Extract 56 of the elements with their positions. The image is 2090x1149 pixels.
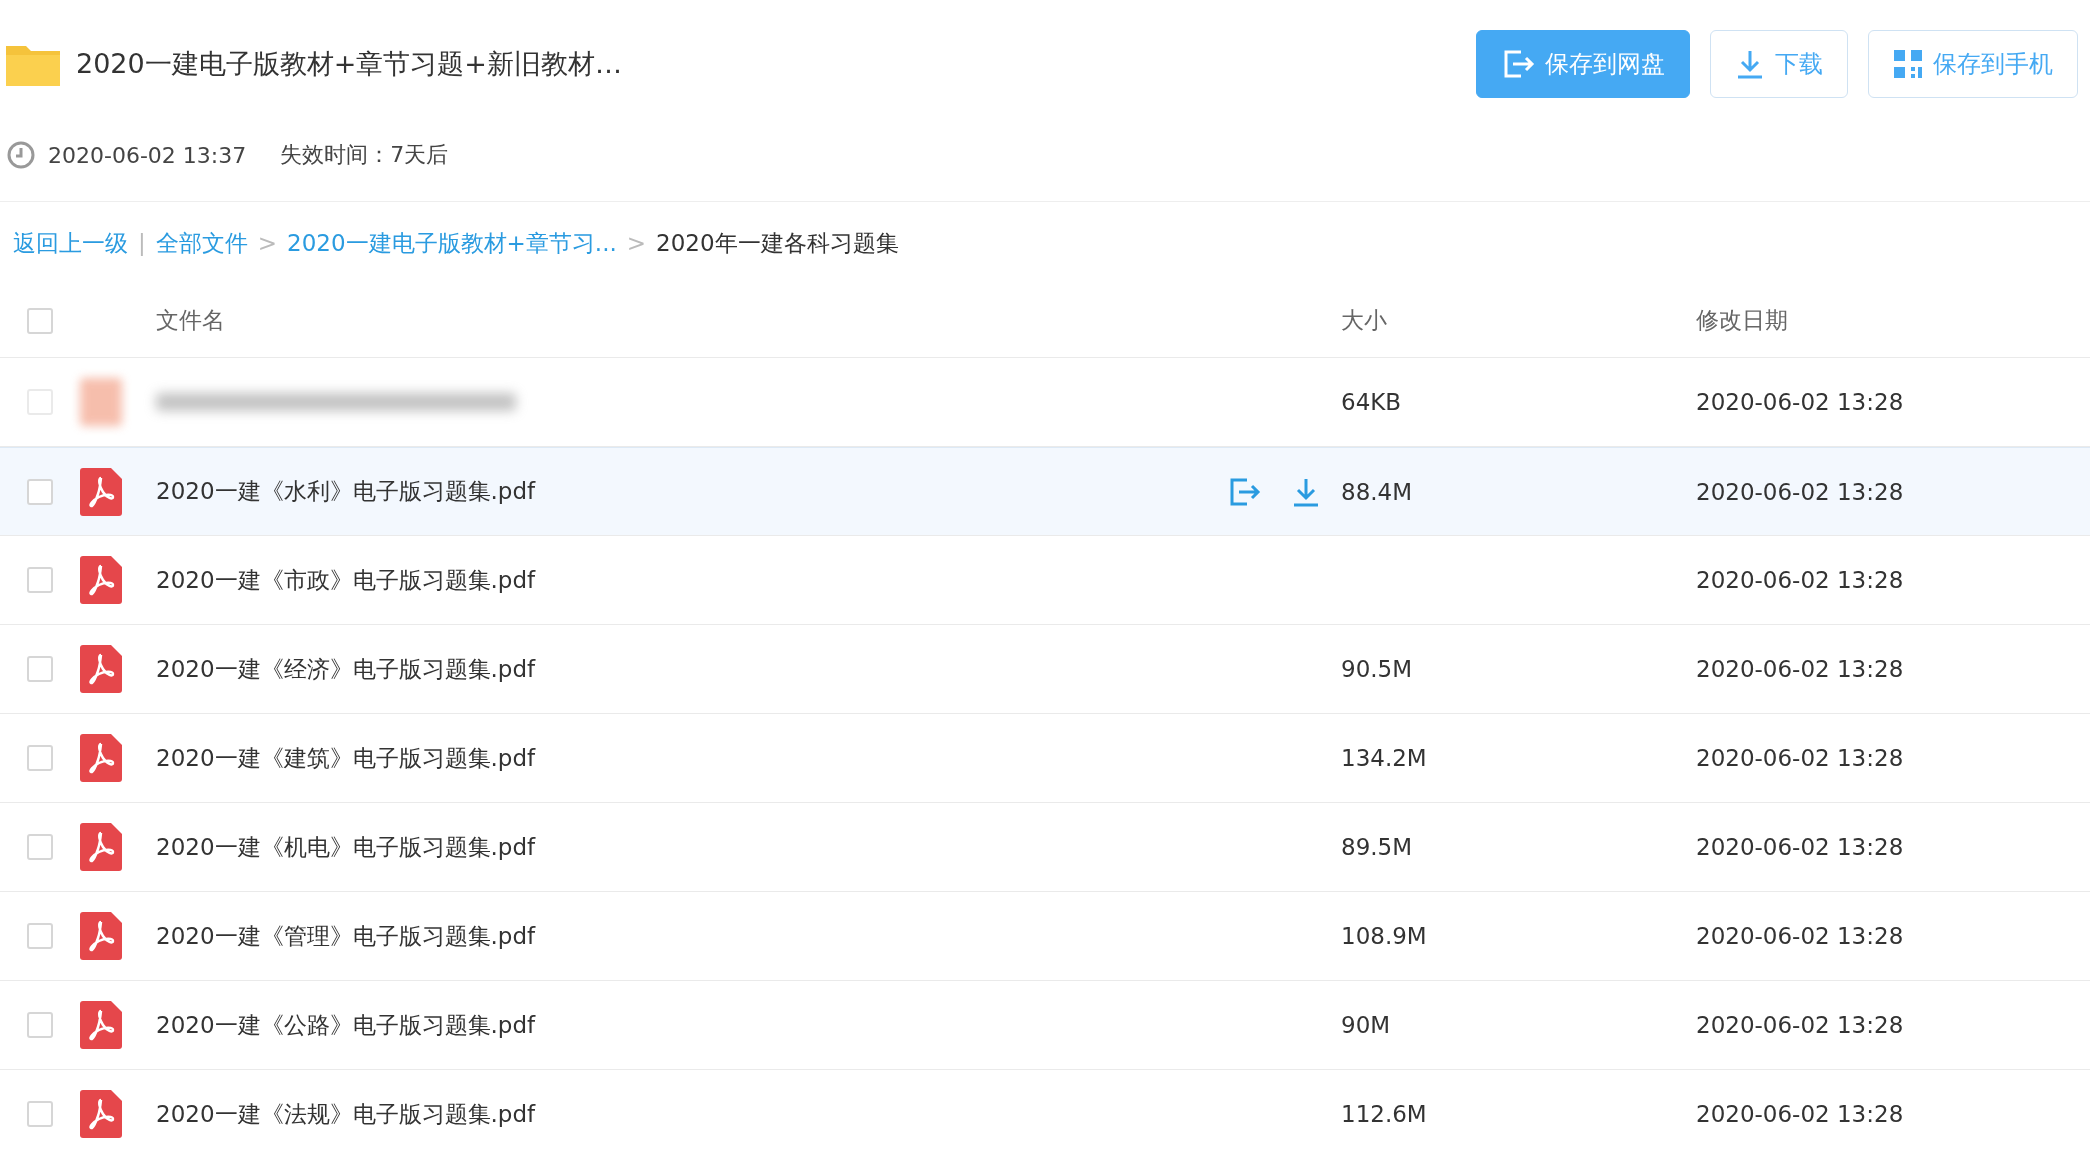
share-date: 2020-06-02 13:37 <box>48 142 247 168</box>
pdf-file-icon <box>80 823 122 871</box>
download-icon <box>1735 48 1765 80</box>
folder-title: 2020一建电子版教材+章节习题+新旧教材… <box>76 47 623 81</box>
checkbox[interactable] <box>27 745 53 771</box>
file-size: 108.9M <box>1341 923 1428 949</box>
modified-date: 2020-06-02 13:28 <box>1696 656 1905 682</box>
file-size: 90.5M <box>1341 656 1414 682</box>
checkbox[interactable] <box>27 1012 53 1038</box>
checkbox[interactable] <box>27 923 53 949</box>
file-name[interactable]: 2020一建《市政》电子版习题集.pdf <box>142 564 536 596</box>
modified-date: 2020-06-02 13:28 <box>1696 478 1905 505</box>
column-header: 大小 <box>1341 306 1388 335</box>
modified-date: 2020-06-02 13:28 <box>1696 389 1905 415</box>
file-name[interactable]: 2020一建《水利》电子版习题集.pdf <box>142 476 536 507</box>
pdf-file-icon <box>80 1001 122 1049</box>
column-header: 修改日期 <box>1696 306 1789 335</box>
breadcrumb-separator: > <box>626 230 647 256</box>
modified-date: 2020-06-02 13:28 <box>1696 567 1905 593</box>
modified-date: 2020-06-02 13:28 <box>1696 834 1905 860</box>
pdf-file-icon <box>80 645 122 693</box>
modified-date: 2020-06-02 13:28 <box>1696 923 1905 949</box>
file-size: 88.4M <box>1341 478 1414 505</box>
breadcrumb-separator: | <box>138 230 146 256</box>
checkbox[interactable] <box>27 1101 53 1127</box>
file-name[interactable]: 2020一建《公路》电子版习题集.pdf <box>142 1009 536 1041</box>
checkbox[interactable] <box>27 307 53 334</box>
breadcrumb-separator: > <box>257 230 278 256</box>
pdf-file-icon <box>80 734 122 782</box>
file-name[interactable]: 2020一建《经济》电子版习题集.pdf <box>142 653 536 685</box>
pdf-file-icon <box>80 556 122 604</box>
breadcrumb-current: 2020年一建各科习题集 <box>656 228 899 258</box>
file-name[interactable]: 2020一建《机电》电子版习题集.pdf <box>142 831 536 863</box>
file-name[interactable]: 2020一建《管理》电子版习题集.pdf <box>142 920 536 952</box>
checkbox[interactable] <box>27 567 53 593</box>
pdf-file-icon <box>80 912 122 960</box>
expiry-text: 失效时间：7天后 <box>280 141 449 169</box>
modified-date: 2020-06-02 13:28 <box>1696 745 1905 771</box>
checkbox[interactable] <box>27 656 53 682</box>
file-size: 90M <box>1341 1012 1392 1038</box>
file-name[interactable]: 2020一建《法规》电子版习题集.pdf <box>142 1098 536 1130</box>
column-header: 文件名 <box>155 306 226 335</box>
file-size: 89.5M <box>1341 834 1414 860</box>
checkbox[interactable] <box>27 834 53 860</box>
modified-date: 2020-06-02 13:28 <box>1696 1012 1905 1038</box>
pdf-file-icon <box>80 1090 122 1138</box>
checkbox[interactable] <box>27 478 53 505</box>
file-size: 112.6M <box>1341 1101 1428 1127</box>
file-size: 134.2M <box>1341 745 1428 771</box>
modified-date: 2020-06-02 13:28 <box>1696 1101 1905 1127</box>
pdf-file-icon <box>80 467 122 516</box>
file-name[interactable]: 2020一建《建筑》电子版习题集.pdf <box>142 742 536 774</box>
blurred-file-icon <box>80 378 122 426</box>
clock-icon <box>6 140 36 170</box>
file-size: 64KB <box>1341 389 1403 415</box>
qr-code-icon <box>1893 49 1923 79</box>
